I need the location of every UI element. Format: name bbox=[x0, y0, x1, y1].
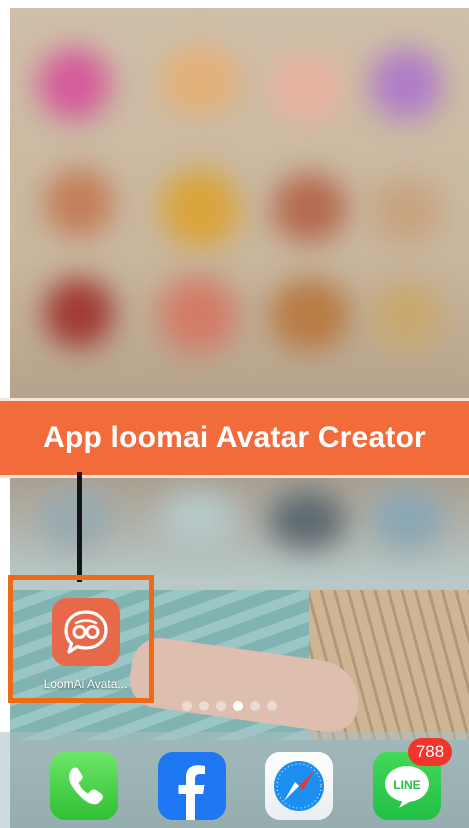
page-dot[interactable] bbox=[267, 701, 277, 711]
annotation-banner: App loomai Avatar Creator bbox=[0, 398, 469, 478]
safari-app[interactable] bbox=[265, 752, 333, 820]
blurred-app-icon bbox=[270, 278, 350, 352]
page-dot-active[interactable] bbox=[233, 701, 243, 711]
blurred-app-icon bbox=[370, 178, 442, 244]
blurred-app-icon bbox=[370, 48, 442, 120]
blurred-app-icon bbox=[372, 280, 442, 350]
line-glyph-text: LINE bbox=[393, 778, 420, 792]
annotation-connector-line bbox=[77, 472, 82, 582]
blurred-app-icon bbox=[40, 488, 112, 550]
blurred-app-icon bbox=[268, 53, 346, 123]
blurred-app-icon bbox=[44, 168, 114, 238]
blurred-app-icon bbox=[372, 488, 444, 550]
banner-title: App loomai Avatar Creator bbox=[43, 421, 426, 454]
page-dot[interactable] bbox=[199, 701, 209, 711]
phone-app[interactable] bbox=[50, 752, 118, 820]
loomai-app-label: LoomAi Avata... bbox=[43, 677, 128, 691]
page-dot[interactable] bbox=[182, 701, 192, 711]
page-indicator[interactable] bbox=[182, 701, 277, 713]
blurred-app-icon bbox=[44, 278, 114, 348]
page-dot[interactable] bbox=[250, 701, 260, 711]
blurred-app-icon bbox=[160, 168, 240, 248]
blurred-app-icon bbox=[38, 48, 110, 120]
loomai-app-icon[interactable] bbox=[52, 598, 120, 666]
loomai-chat-bubble-icon bbox=[64, 610, 108, 654]
phone-icon bbox=[69, 767, 103, 805]
facebook-icon bbox=[178, 765, 205, 820]
blurred-app-icon bbox=[272, 173, 347, 243]
compass-icon bbox=[274, 761, 324, 811]
page-dot[interactable] bbox=[216, 701, 226, 711]
facebook-app[interactable] bbox=[158, 752, 226, 820]
blurred-app-icon bbox=[158, 276, 238, 354]
blurred-app-icon bbox=[268, 490, 346, 550]
blurred-app-icon bbox=[160, 46, 240, 116]
notification-badge: 788 bbox=[408, 738, 452, 766]
blurred-app-icon bbox=[160, 490, 236, 548]
